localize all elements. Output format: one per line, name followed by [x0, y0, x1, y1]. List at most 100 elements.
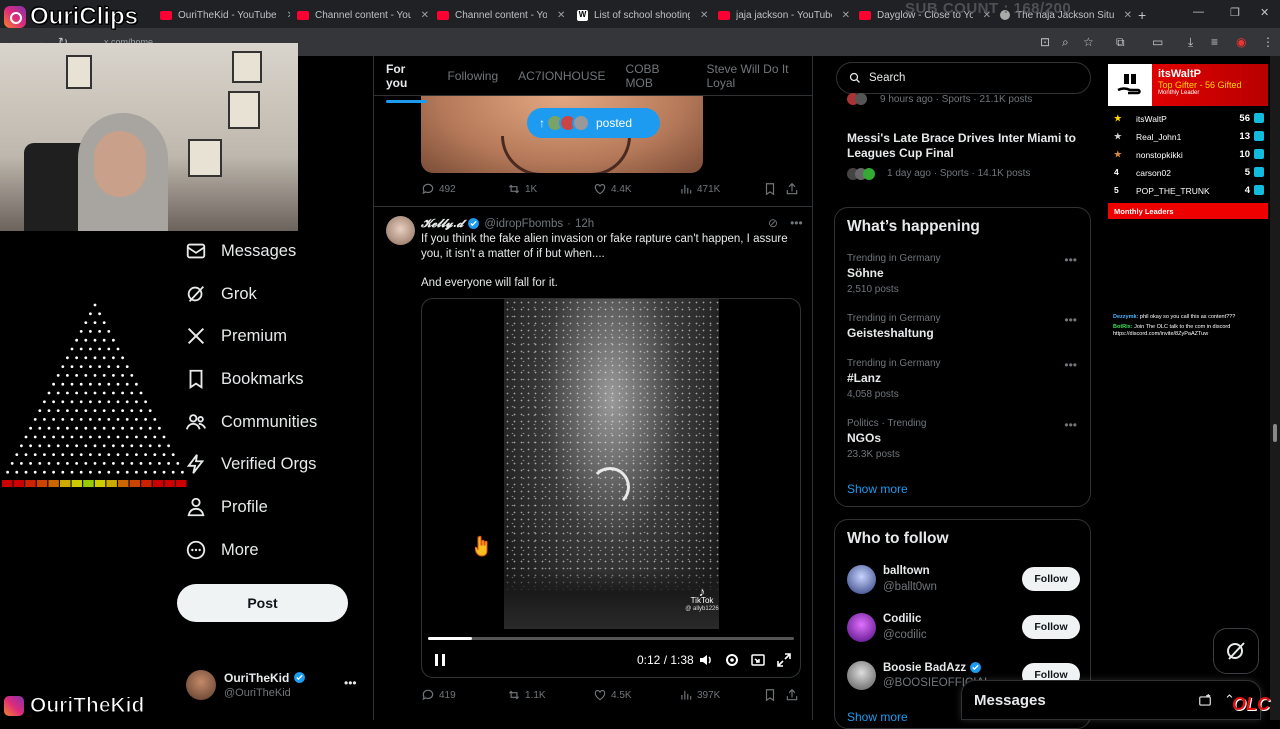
video-progress-bar[interactable] — [428, 637, 794, 640]
nav-grok[interactable]: Grok — [185, 283, 257, 305]
more-dots-icon[interactable]: ••• — [1064, 418, 1077, 432]
close-tab-icon[interactable]: ✕ — [842, 10, 850, 21]
overlay-dot — [135, 470, 138, 474]
tab-ac7ionhouse[interactable]: AC7IONHOUSE — [518, 69, 605, 83]
download-icon[interactable]: ⤓ — [1188, 35, 1193, 49]
close-tab-icon[interactable]: ✕ — [700, 10, 708, 21]
star-icon[interactable]: ☆ — [1083, 35, 1094, 49]
new-posts-pill[interactable]: ↑ posted — [527, 108, 660, 138]
views-button[interactable]: 471K — [679, 182, 720, 196]
follow-suggestion[interactable]: balltown @ballt0wn Follow — [847, 563, 1080, 597]
tab-cobb-mob[interactable]: COBB MOB — [626, 62, 687, 90]
overlay-dot — [102, 374, 106, 377]
trend-item[interactable]: Trending in Germany Söhne 2,510 posts ••… — [847, 253, 1077, 295]
overlay-dot — [84, 356, 88, 360]
reply-icon — [422, 689, 434, 701]
share-button[interactable] — [785, 182, 799, 196]
more-dots-icon[interactable]: ••• — [1064, 253, 1077, 267]
nav-more[interactable]: More — [185, 539, 259, 561]
volume-icon[interactable] — [698, 652, 714, 668]
leaderboard-row: ★ itsWaltP 56 — [1112, 111, 1268, 127]
news-headline[interactable]: Messi's Late Brace Drives Inter Miami to… — [847, 131, 1077, 161]
sidepanel-icon[interactable]: ▭ — [1152, 35, 1163, 49]
overlay-dot — [33, 453, 37, 456]
new-tab-icon[interactable]: + — [1138, 4, 1146, 26]
share-button[interactable] — [785, 688, 799, 702]
bookmark-button[interactable] — [763, 688, 777, 702]
maximize-icon[interactable]: ❐ — [1230, 6, 1240, 19]
heart-icon — [594, 184, 606, 195]
reply-button[interactable]: 492 — [421, 182, 456, 196]
views-button[interactable]: 397K — [679, 688, 720, 702]
wall-poster — [66, 55, 92, 89]
trend-item[interactable]: Trending in Germany #Lanz 4,058 posts ••… — [847, 358, 1077, 400]
close-tab-icon[interactable]: ✕ — [557, 10, 565, 21]
more-dots-icon[interactable]: ••• — [1064, 313, 1077, 327]
grok-button[interactable] — [1213, 628, 1259, 674]
pause-icon[interactable] — [432, 652, 448, 668]
show-more-link[interactable]: Show more — [847, 482, 908, 496]
nav-premium[interactable]: Premium — [185, 325, 287, 347]
profile-icon[interactable]: ◉ — [1236, 35, 1246, 49]
browser-tab[interactable]: OuriTheKid - YouTube✕ — [160, 4, 290, 26]
more-dots-icon[interactable]: ••• — [790, 216, 803, 230]
overlay-dot — [70, 470, 74, 474]
close-window-icon[interactable]: ✕ — [1260, 6, 1269, 19]
minimize-icon[interactable]: — — [1193, 6, 1204, 18]
post-button[interactable]: Post — [177, 584, 348, 622]
author-handle[interactable]: @idropFbombs — [484, 218, 563, 230]
extensions-icon[interactable]: ⧉ — [1116, 35, 1125, 49]
zoom-icon[interactable]: ⌕ — [1062, 35, 1069, 49]
close-tab-icon[interactable]: ✕ — [421, 10, 429, 21]
video-frame — [504, 299, 719, 629]
overlay-dot — [107, 400, 111, 404]
bookmark-button[interactable] — [763, 182, 777, 196]
more-dots-icon[interactable]: ••• — [1064, 358, 1077, 372]
follow-suggestion[interactable]: Codilic @codilic Follow — [847, 611, 1080, 645]
trend-item[interactable]: Trending in Germany Geisteshaltung ••• — [847, 313, 1077, 340]
close-tab-icon[interactable]: ✕ — [1124, 10, 1132, 21]
tab-for-you[interactable]: For you — [386, 62, 428, 103]
fullscreen-icon[interactable] — [776, 652, 792, 668]
post-time[interactable]: 12h — [575, 218, 594, 230]
avatar[interactable] — [386, 216, 415, 245]
overlay-bin — [118, 480, 129, 487]
tab-following[interactable]: Following — [447, 69, 498, 83]
pip-icon[interactable] — [750, 652, 766, 668]
like-button[interactable]: 4.5K — [593, 688, 632, 702]
messages-drawer[interactable]: Messages ⌃ — [961, 680, 1261, 720]
nav-messages[interactable]: Messages — [185, 240, 296, 262]
install-icon[interactable]: ⊡ — [1040, 35, 1050, 49]
page-scrollbar[interactable] — [1270, 56, 1280, 720]
video-player[interactable]: ♪ TikTok @ allyb1226 0:12 / 1:38 — [421, 298, 801, 678]
search-input[interactable]: Search — [836, 62, 1091, 94]
instagram-icon — [4, 6, 26, 28]
close-tab-icon[interactable]: ✕ — [287, 10, 290, 21]
search-icon — [849, 72, 860, 83]
follow-button[interactable]: Follow — [1022, 615, 1080, 639]
follow-button[interactable]: Follow — [1022, 567, 1080, 591]
more-dots-icon[interactable]: ••• — [344, 676, 357, 690]
browser-tab[interactable]: jaja jackson - YouTube ✕ — [718, 4, 850, 26]
nav-bookmarks[interactable]: Bookmarks — [185, 368, 304, 390]
grok-icon[interactable]: ⊘ — [768, 216, 778, 230]
nav-profile[interactable]: Profile — [185, 496, 268, 518]
tab-steve-will-do-it[interactable]: Steve Will Do It Loyal — [707, 62, 813, 90]
repost-button[interactable]: 1K — [507, 182, 537, 196]
trend-item[interactable]: Politics · Trending NGOs 23.3K posts ••• — [847, 418, 1077, 460]
reply-button[interactable]: 419 — [421, 688, 456, 702]
nav-verified-orgs[interactable]: Verified Orgs — [185, 453, 316, 475]
show-more-link[interactable]: Show more — [847, 710, 908, 724]
settings-icon[interactable] — [724, 652, 740, 668]
browser-tab[interactable]: WList of school shootings in✕ — [577, 4, 709, 26]
repost-button[interactable]: 1.1K — [507, 688, 546, 702]
browser-tab[interactable]: Channel content - YouTube✕ — [297, 4, 429, 26]
like-button[interactable]: 4.4K — [593, 182, 632, 196]
author-name[interactable]: 𝓚𝓮𝓵𝓵𝔂.𝓭 — [421, 216, 463, 231]
media-icon[interactable]: ≡ — [1211, 35, 1218, 49]
new-message-icon[interactable] — [1198, 694, 1212, 708]
browser-tab[interactable]: Channel content - YouTube✕ — [437, 4, 569, 26]
overlay-dot — [66, 374, 69, 377]
menu-icon[interactable]: ⋮ — [1262, 35, 1274, 49]
nav-communities[interactable]: Communities — [185, 411, 317, 433]
